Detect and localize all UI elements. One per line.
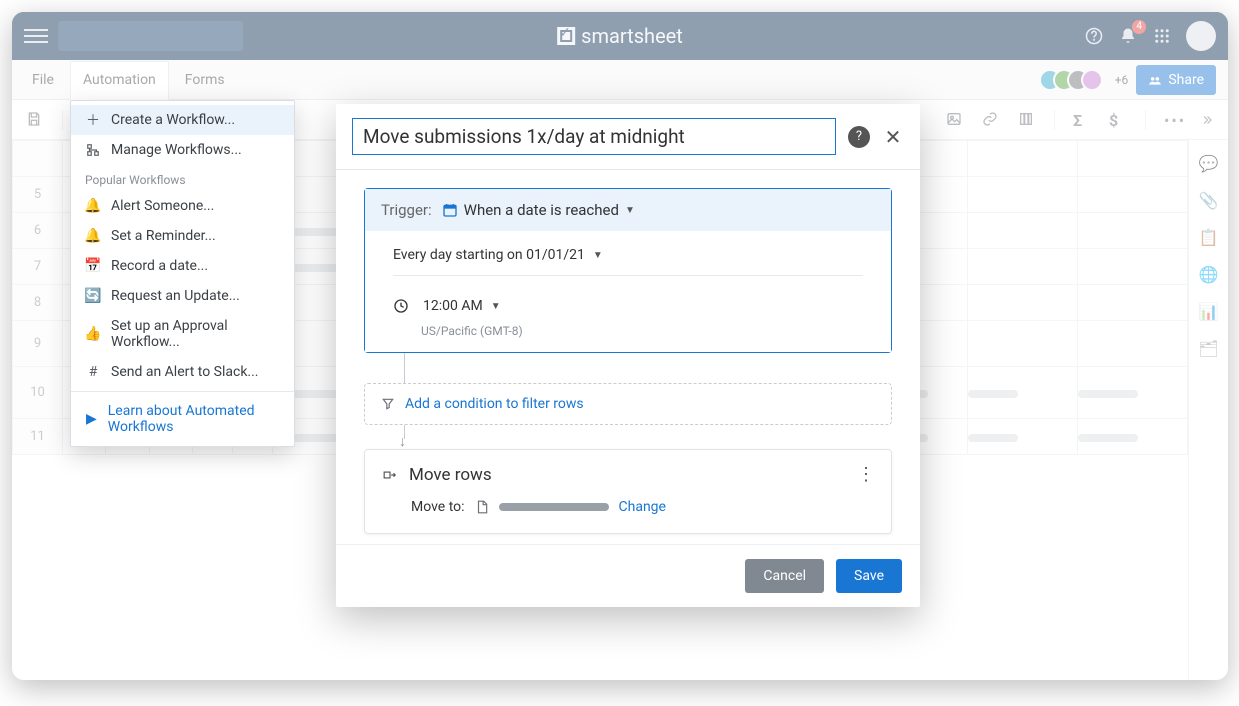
share-label: Share [1168,72,1204,88]
facepile-more[interactable]: +6 [1115,73,1129,87]
chevron-down-icon: ▼ [593,250,603,261]
menu-alert-someone[interactable]: 🔔Alert Someone... [71,191,294,221]
save-icon[interactable] [26,111,44,129]
attachments-rail-icon[interactable]: 📎 [1199,191,1219,210]
move-icon [381,468,399,482]
logo-icon [557,27,575,45]
user-avatar[interactable] [1186,21,1216,51]
chevron-down-icon: ▼ [625,205,635,216]
app-launcher-icon[interactable] [1152,26,1172,46]
play-icon: ▶ [85,411,98,427]
bell-icon: 🔔 [85,198,101,214]
sheet-icon [475,499,489,515]
menu-learn-workflows[interactable]: ▶Learn about Automated Workflows [71,396,294,442]
tab-file[interactable]: File [20,60,66,99]
brand: smartsheet [557,24,683,48]
automation-menu: ＋Create a Workflow... Manage Workflows..… [70,100,295,447]
modal-help-icon[interactable]: ? [848,126,870,148]
thumbs-up-icon: 👍 [85,326,101,342]
notification-icon[interactable]: 4 [1118,26,1138,46]
notification-badge: 4 [1132,20,1146,34]
collapse-toolbar-icon[interactable] [1200,113,1214,127]
currency-icon[interactable]: $ [1109,111,1127,129]
menu-request-update[interactable]: 🔄Request an Update... [71,281,294,311]
link-icon[interactable] [982,111,1000,129]
summary-rail-icon[interactable]: 🗂 [1198,339,1218,358]
right-rail: 💬 📎 📋 🌐 📊 🗂 [1188,140,1228,680]
tab-automation[interactable]: Automation [70,61,169,100]
more-icon[interactable]: ••• [1164,111,1182,129]
add-condition-button[interactable]: Add a condition to filter rows [364,383,892,425]
menu-bar: File Automation Forms +6 Share [12,60,1228,100]
facepile[interactable] [1047,69,1103,91]
menu-create-workflow[interactable]: ＋Create a Workflow... [71,105,294,135]
help-icon[interactable] [1084,26,1104,46]
share-button[interactable]: Share [1136,65,1216,95]
schedule-select[interactable]: Every day starting on 01/01/21 ▼ [393,241,603,269]
comments-rail-icon[interactable]: 💬 [1199,154,1219,173]
save-button[interactable]: Save [836,559,902,593]
time-select[interactable]: 12:00 AM ▼ [423,292,501,320]
date-icon [442,202,458,218]
menu-set-reminder[interactable]: 🔔Set a Reminder... [71,221,294,251]
workflow-modal: ? ✕ Trigger: When a date is reached ▼ Ev… [336,104,920,607]
move-to-label: Move to: [411,499,465,515]
tree-icon [85,142,101,158]
trigger-block: Trigger: When a date is reached ▼ Every … [364,188,892,353]
proof-rail-icon[interactable]: 📋 [1199,228,1219,247]
top-bar: smartsheet 4 [12,12,1228,60]
brand-text: smartsheet [581,24,683,48]
menu-manage-workflows[interactable]: Manage Workflows... [71,135,294,165]
destination-sheet-name [499,503,609,511]
menu-section-popular: Popular Workflows [71,165,294,191]
plus-icon: ＋ [85,112,101,128]
hamburger-icon[interactable] [24,24,48,48]
clock-icon [393,298,409,314]
workflow-name-input[interactable] [352,118,836,155]
cancel-button[interactable]: Cancel [745,559,824,593]
bell-icon: 🔔 [85,228,101,244]
menu-approval-workflow[interactable]: 👍Set up an Approval Workflow... [71,311,294,357]
action-menu-icon[interactable]: ⋮ [857,464,875,485]
trigger-type-select[interactable]: When a date is reached ▼ [442,201,635,219]
action-title: Move rows [409,465,492,485]
slack-icon: # [85,364,101,380]
action-block: Move rows ⋮ Move to: Change [364,449,892,534]
filter-icon [381,397,395,411]
menu-slack-alert[interactable]: #Send an Alert to Slack... [71,357,294,387]
sum-icon[interactable]: Σ [1073,111,1091,129]
chevron-down-icon: ▼ [491,301,501,312]
column-icon[interactable] [1018,111,1036,129]
timezone-label: US/Pacific (GMT-8) [421,324,863,338]
activity-rail-icon[interactable]: 📊 [1199,302,1219,321]
tab-forms[interactable]: Forms [173,60,237,99]
refresh-icon: 🔄 [85,288,101,304]
change-destination-link[interactable]: Change [619,499,666,515]
modal-close-icon[interactable]: ✕ [882,125,904,149]
trigger-label: Trigger: [381,201,432,219]
global-search[interactable] [58,21,243,51]
publish-rail-icon[interactable]: 🌐 [1199,265,1219,284]
menu-record-date[interactable]: 📅Record a date... [71,251,294,281]
calendar-icon: 📅 [85,258,101,274]
image-icon[interactable] [946,111,964,129]
